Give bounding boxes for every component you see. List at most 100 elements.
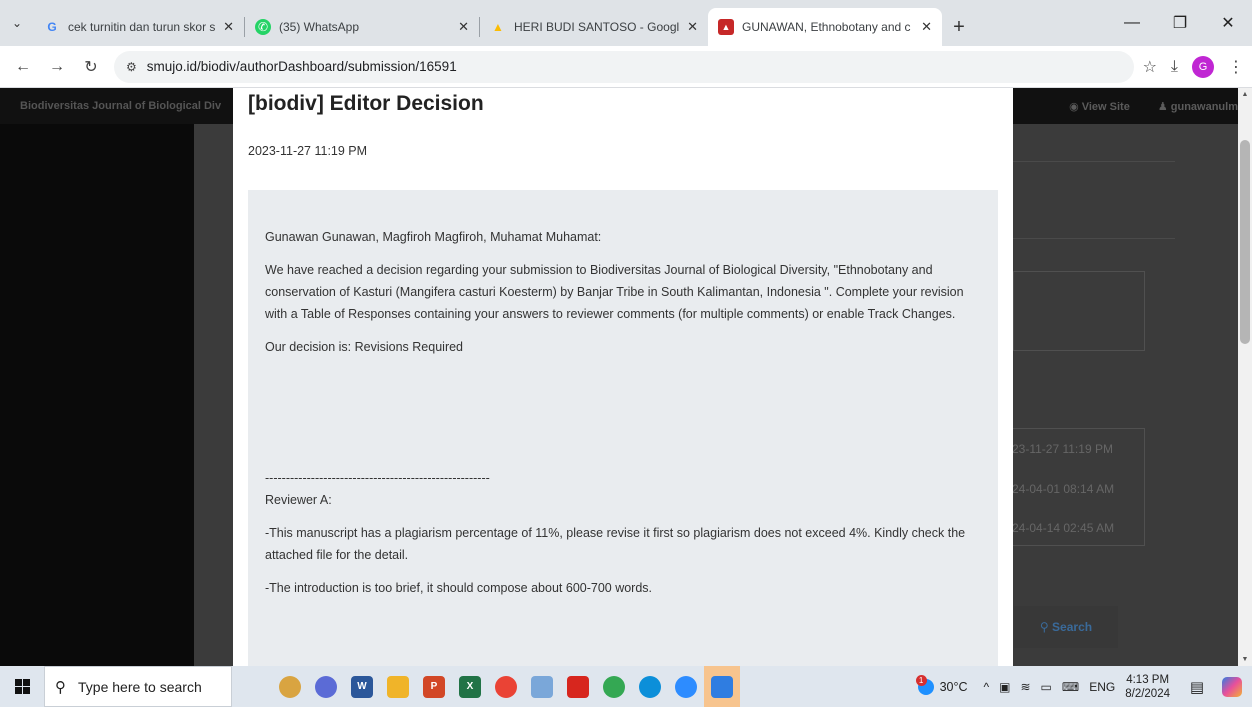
new-tab-button[interactable]: + [942, 8, 976, 46]
tab-0[interactable]: G cek turnitin dan turun skor shop ✕ [34, 8, 244, 46]
search-button[interactable]: ⚲ Search [1014, 606, 1118, 648]
restore-icon[interactable]: ❐ [1156, 0, 1204, 46]
tab-title: (35) WhatsApp [279, 20, 360, 34]
eye-icon: ◉ [1069, 101, 1082, 113]
message-body: Gunawan Gunawan, Magfiroh Magfiroh, Muha… [248, 190, 998, 666]
scroll-thumb[interactable] [1240, 140, 1250, 344]
app-generic-icon [531, 675, 553, 698]
system-tray: 1 30°C ^ ▣ ≋ ▭ ⌨ ENG 4:13 PM 8/2/2024 ▤ [915, 666, 1252, 707]
modal-title: [biodiv] Editor Decision [248, 92, 484, 115]
search-icon: ⚲ [1039, 620, 1053, 634]
site-settings-icon[interactable]: ⚙ [126, 60, 137, 74]
taskbar-app[interactable]: W [344, 666, 380, 707]
minimize-icon[interactable]: — [1108, 0, 1156, 46]
taskbar-app[interactable] [632, 666, 668, 707]
dim-panel [1013, 271, 1145, 351]
tablet-icon[interactable]: ▣ [999, 680, 1010, 694]
start-button[interactable] [0, 666, 44, 707]
tab-title: cek turnitin dan turun skor shop [68, 20, 216, 34]
edge-icon [639, 675, 661, 698]
divider-text: ----------------------------------------… [265, 471, 490, 485]
taskbar-app[interactable] [596, 666, 632, 707]
search-label: Search [1052, 620, 1093, 634]
forward-button[interactable]: → [40, 50, 74, 84]
battery-icon[interactable]: ▭ [1041, 680, 1052, 694]
excel-icon: X [459, 675, 481, 698]
tab-1[interactable]: ✆ (35) WhatsApp ✕ [245, 8, 479, 46]
close-icon[interactable]: ✕ [223, 19, 234, 35]
tab-title: HERI BUDI SANTOSO - Google [514, 20, 680, 34]
date-cell: 24-04-14 02:45 AM [1012, 521, 1115, 535]
clock-time: 4:13 PM [1126, 673, 1170, 686]
profile-avatar[interactable]: G [1192, 55, 1214, 78]
tab-title: GUNAWAN, Ethnobotany and c [742, 20, 911, 34]
tab-strip: ⌄ G cek turnitin dan turun skor shop ✕ ✆… [0, 0, 1252, 46]
scroll-down-icon[interactable]: ▼ [1238, 656, 1252, 663]
taskbar-app[interactable] [524, 666, 560, 707]
weather-widget[interactable]: 1 30°C [915, 674, 968, 695]
taskbar-app[interactable]: P [416, 666, 452, 707]
journal-icon: ▲ [718, 19, 734, 35]
taskbar-app[interactable] [488, 666, 524, 707]
reviewer-comment: -The introduction is too brief, it shoul… [265, 581, 653, 595]
salutation: Gunawan Gunawan, Magfiroh Magfiroh, Muha… [265, 230, 602, 244]
google-drive-icon: ▲ [492, 20, 504, 34]
taskbar-app[interactable] [704, 666, 740, 707]
reviewer-comment: -This manuscript has a plagiarism percen… [265, 526, 966, 562]
copilot-button[interactable] [1212, 676, 1252, 697]
chrome-profile-icon [603, 675, 625, 698]
taskbar-app[interactable] [308, 666, 344, 707]
word-icon: W [351, 675, 373, 698]
weather-badge: 1 [915, 674, 927, 686]
star-icon[interactable]: ☆ [1143, 57, 1157, 77]
notification-icon[interactable]: ▤ [1182, 678, 1212, 696]
back-button[interactable]: ← [6, 50, 40, 84]
taskbar-app[interactable] [560, 666, 596, 707]
taskbar-app[interactable]: X [452, 666, 488, 707]
web-page: Biodiversitas Journal of Biological Div … [0, 88, 1252, 666]
tab-3-active[interactable]: ▲ GUNAWAN, Ethnobotany and c ✕ [708, 8, 942, 46]
site-brand[interactable]: Biodiversitas Journal of Biological Div [20, 100, 221, 112]
toolbar-actions: ☆ ⤓ G ⋮ [1143, 55, 1244, 78]
copilot-icon [1222, 676, 1242, 697]
page-scrollbar[interactable]: ▲ ▼ [1238, 88, 1252, 666]
acrobat-icon [567, 675, 589, 698]
taskbar-search[interactable]: ⚲ Type here to search [44, 666, 232, 707]
view-site-label: View Site [1081, 101, 1130, 113]
wifi-icon[interactable]: ≋ [1020, 680, 1030, 694]
whatsapp-icon: ✆ [255, 19, 271, 35]
windows-taskbar: ⚲ Type here to search W PX 1 30°C ^ ▣ ≋ ▭… [0, 666, 1252, 707]
decision-line: Our decision is: Revisions Required [265, 340, 464, 354]
reviewer-label: Reviewer A: [265, 493, 332, 507]
close-icon[interactable]: ✕ [687, 19, 698, 35]
kebab-menu-icon[interactable]: ⋮ [1228, 57, 1244, 77]
taskbar-app[interactable] [668, 666, 704, 707]
taskbar-apps: W PX [272, 666, 740, 707]
ime-icon[interactable]: ⌨ [1062, 680, 1079, 694]
close-icon[interactable]: ✕ [458, 19, 469, 35]
taskbar-app[interactable] [272, 666, 308, 707]
tab-2[interactable]: ▲ HERI BUDI SANTOSO - Google ✕ [480, 8, 708, 46]
close-icon[interactable]: ✕ [921, 19, 932, 35]
weather-temp: 30°C [939, 679, 968, 694]
google-g-icon: G [47, 20, 57, 34]
url-text: smujo.id/biodiv/authorDashboard/submissi… [146, 59, 457, 74]
view-site-link[interactable]: ◉ View Site [1069, 100, 1130, 113]
user-icon: ♟ [1157, 101, 1171, 113]
scroll-up-icon[interactable]: ▲ [1238, 91, 1252, 98]
clock[interactable]: 4:13 PM 8/2/2024 [1125, 673, 1170, 701]
address-bar[interactable]: ⚙ smujo.id/biodiv/authorDashboard/submis… [114, 50, 1134, 83]
taskbar-app[interactable] [380, 666, 416, 707]
chevron-up-icon[interactable]: ^ [984, 680, 990, 694]
language-indicator[interactable]: ENG [1089, 680, 1115, 694]
reload-button[interactable]: ↻ [74, 50, 108, 84]
tab-search-button[interactable]: ⌄ [0, 0, 34, 46]
close-window-icon[interactable]: ✕ [1204, 0, 1252, 46]
divider [1013, 238, 1175, 239]
user-menu[interactable]: ♟ gunawanulm [1158, 100, 1238, 113]
divider [1013, 161, 1175, 162]
reload-icon: ↻ [84, 58, 98, 76]
editor-decision-modal: [biodiv] Editor Decision 2023-11-27 11:1… [233, 88, 1013, 666]
download-icon[interactable]: ⤓ [1171, 58, 1178, 76]
